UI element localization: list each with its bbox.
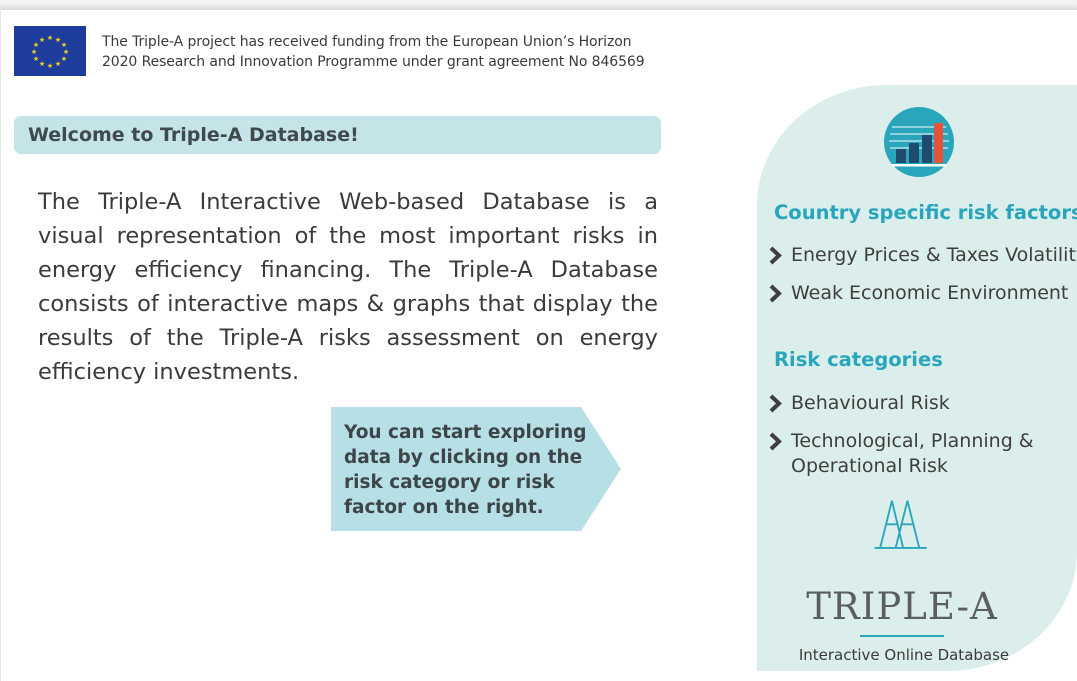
logo-underline (860, 635, 944, 637)
svg-text:★: ★ (55, 60, 61, 68)
svg-text:★: ★ (33, 55, 39, 63)
risk-category-label: Technological, Planning & Operational Ri… (791, 429, 1034, 479)
risk-category-label: Behavioural Risk (791, 392, 950, 414)
svg-text:★: ★ (39, 60, 45, 68)
funding-notice: The Triple-A project has received fundin… (102, 32, 702, 72)
chevron-right-icon (769, 394, 782, 413)
funding-line: The Triple-A project has received fundin… (102, 34, 632, 50)
risk-category-label-line: Technological, Planning & (791, 430, 1034, 452)
svg-text:★: ★ (47, 62, 53, 70)
risk-category-label-line: Operational Risk (791, 455, 948, 477)
intro-paragraph: The Triple-A Interactive Web-based Datab… (38, 189, 658, 385)
chevron-right-icon (769, 284, 782, 303)
svg-text:★: ★ (39, 36, 45, 44)
risk-factor-weak-economy[interactable]: Weak Economic Environment (767, 281, 1068, 306)
explore-callout: You can start exploring data by clicking… (331, 407, 621, 531)
risk-category-behavioural[interactable]: Behavioural Risk (767, 391, 950, 416)
logo-subtitle: Interactive Online Database (798, 646, 1010, 664)
risk-categories-title: Risk categories (774, 348, 943, 371)
country-risk-factors-title: Country specific risk factors (774, 201, 1077, 224)
funding-line: 2020 Research and Innovation Programme u… (102, 54, 645, 70)
risk-category-technological[interactable]: Technological, Planning & Operational Ri… (767, 429, 1034, 479)
risk-factor-energy-prices[interactable]: Energy Prices & Taxes Volatility (767, 243, 1077, 268)
top-shadow (0, 0, 1077, 10)
triple-a-wordmark: TRIPLE-A (806, 585, 998, 628)
triple-a-logo-mark (874, 500, 927, 549)
svg-text:★: ★ (47, 34, 53, 42)
chevron-right-icon (769, 246, 782, 265)
svg-text:★: ★ (61, 55, 67, 63)
chevron-right-icon (769, 432, 782, 451)
risk-factor-label: Energy Prices & Taxes Volatility (791, 244, 1077, 266)
callout-text: You can start exploring data by clicking… (344, 422, 587, 518)
welcome-banner: Welcome to Triple-A Database! (14, 116, 661, 154)
eu-flag-icon: ★ ★ ★ ★ ★ ★ ★ ★ ★ ★ ★ ★ (14, 26, 86, 76)
bar-chart-icon (884, 107, 954, 177)
risk-factor-label: Weak Economic Environment (791, 282, 1069, 304)
svg-text:★: ★ (31, 48, 37, 56)
